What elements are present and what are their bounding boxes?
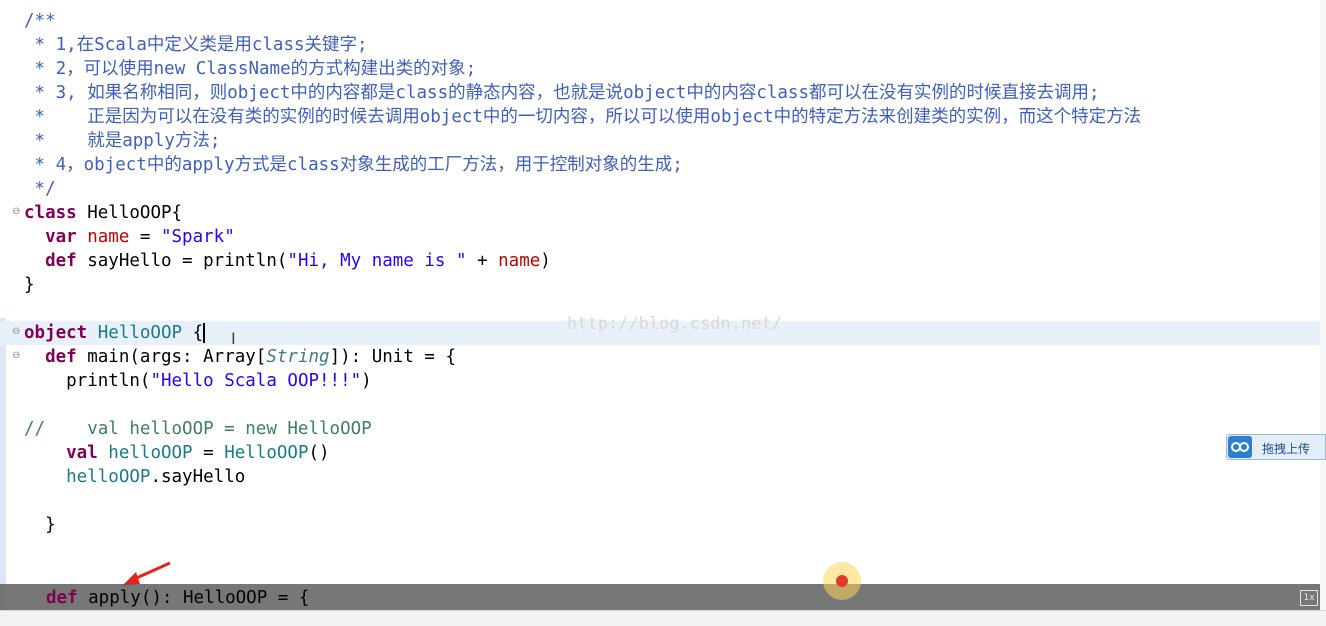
string-hi: "Hi, My name is " bbox=[287, 251, 467, 271]
val-hellooop-line: val helloOOP = HelloOOP() bbox=[24, 441, 330, 465]
doc-comment-line-4: * 3, 如果名称相同，则object中的内容都是class的静态内容，也就是说… bbox=[24, 83, 1100, 103]
doc-comment-line-7: * 4，object中的apply方式是class对象生成的工厂方法，用于控制对… bbox=[24, 155, 683, 175]
keyword-var: var bbox=[24, 227, 77, 247]
println-call: println( bbox=[24, 371, 151, 391]
main-close-brace: } bbox=[24, 515, 56, 535]
name-reference: name bbox=[498, 251, 541, 271]
hellooop-reference: helloOOP bbox=[24, 467, 151, 487]
close-paren: ) bbox=[540, 251, 551, 271]
gutter-highlight bbox=[0, 318, 6, 610]
keyword-val: val bbox=[24, 443, 98, 463]
empty-parens: () bbox=[308, 443, 330, 463]
type-string: String bbox=[266, 347, 330, 367]
sayhello-declaration: sayHello = println( bbox=[76, 251, 288, 271]
vertical-scrollbar[interactable] bbox=[1320, 0, 1326, 610]
class-declaration-line: class HelloOOP{ bbox=[24, 201, 182, 225]
commented-code-line: // val helloOOP = new HelloOOP bbox=[24, 419, 372, 439]
doc-comment-line-6: * 就是apply方法; bbox=[24, 131, 221, 151]
fold-minus-icon[interactable]: ⊖ bbox=[12, 207, 21, 217]
doc-comment-line-3: * 2，可以使用new ClassName的方式构建出类的对象; bbox=[24, 59, 477, 79]
status-strip bbox=[0, 610, 1326, 626]
apply-method-line: def apply(): HelloOOP = { bbox=[46, 586, 309, 610]
click-indicator-dot bbox=[836, 575, 848, 587]
playback-speed-badge[interactable]: 1x bbox=[1300, 590, 1318, 606]
assign-operator: = bbox=[192, 443, 225, 463]
main-signature-start: main(args: Array[ bbox=[76, 347, 267, 367]
plus-operator: + bbox=[466, 251, 499, 271]
assign-operator: = bbox=[129, 227, 161, 247]
object-name: HelloOOP bbox=[87, 323, 183, 343]
keyword-def: def bbox=[24, 251, 77, 271]
doc-comment-line-8: */ bbox=[24, 179, 56, 199]
cloud-upload-icon[interactable] bbox=[1228, 436, 1252, 458]
sayhello-call-line: helloOOP.sayHello bbox=[24, 465, 245, 489]
class-close-brace: } bbox=[24, 275, 35, 295]
main-method-line: def main(args: Array[String]): Unit = { bbox=[24, 345, 456, 369]
hellooop-call: HelloOOP bbox=[224, 443, 309, 463]
hellooop-variable: helloOOP bbox=[97, 443, 193, 463]
keyword-def: def bbox=[24, 347, 77, 367]
keyword-def: def bbox=[46, 588, 78, 608]
var-name-line: var name = "Spark" bbox=[24, 225, 235, 249]
object-declaration-line: object HelloOOP { bbox=[24, 321, 206, 345]
def-sayhello-line: def sayHello = println("Hi, My name is "… bbox=[24, 249, 551, 273]
field-name: name bbox=[76, 227, 130, 247]
keyword-object: object bbox=[24, 323, 88, 343]
println-line: println("Hello Scala OOP!!!") bbox=[24, 369, 372, 393]
string-spark: "Spark" bbox=[160, 227, 235, 247]
fold-minus-icon[interactable]: ⊖ bbox=[12, 351, 21, 361]
watermark: http://blog.csdn.net/ bbox=[567, 314, 782, 334]
class-name: HelloOOP{ bbox=[76, 203, 183, 223]
upload-label[interactable]: 拖拽上传 bbox=[1262, 440, 1310, 457]
close-paren: ) bbox=[361, 371, 372, 391]
fold-minus-icon[interactable]: ⊖ bbox=[12, 327, 21, 337]
doc-comment-line-5: * 正是因为可以在没有类的实例的时候去调用object中的一切内容，所以可以使用… bbox=[24, 107, 1142, 127]
doc-comment-line-1: /** bbox=[24, 11, 56, 31]
code-editor[interactable]: /** * 1,在Scala中定义类是用class关键字; * 2，可以使用ne… bbox=[0, 0, 1326, 626]
apply-signature: apply(): HelloOOP = { bbox=[77, 588, 310, 608]
sayhello-method: .sayHello bbox=[150, 467, 246, 487]
keyword-class: class bbox=[24, 203, 77, 223]
string-hello-scala: "Hello Scala OOP!!!" bbox=[150, 371, 362, 391]
text-cursor bbox=[203, 323, 206, 343]
object-open-brace: { bbox=[182, 323, 204, 343]
main-signature-end: ]): Unit = { bbox=[329, 347, 456, 367]
doc-comment-line-2: * 1,在Scala中定义类是用class关键字; bbox=[24, 35, 368, 55]
